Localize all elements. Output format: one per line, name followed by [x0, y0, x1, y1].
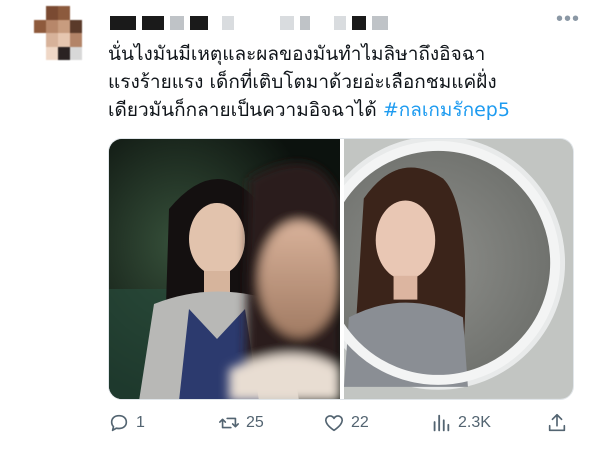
like-button[interactable]: 22	[323, 412, 369, 434]
redaction-block	[222, 16, 234, 30]
tweet-media[interactable]	[108, 138, 574, 400]
redaction-block	[142, 16, 164, 30]
like-count: 22	[351, 414, 369, 431]
views-chart-icon	[433, 414, 450, 432]
media-image-left[interactable]	[109, 139, 340, 399]
redaction-block	[300, 16, 310, 30]
reply-count: 1	[136, 414, 145, 431]
redaction-block	[170, 16, 184, 30]
redaction-block	[372, 16, 388, 30]
retweet-button[interactable]: 25	[218, 412, 264, 434]
media-image-right[interactable]	[344, 139, 573, 399]
heart-icon	[324, 415, 344, 432]
redaction-block	[190, 16, 208, 30]
redaction-block	[352, 16, 366, 30]
views-button[interactable]: 2.3K	[430, 412, 491, 434]
more-dots-icon[interactable]: •••	[556, 8, 580, 31]
avatar[interactable]	[34, 6, 94, 74]
author-name-redacted[interactable]	[110, 14, 388, 32]
retweet-count: 25	[246, 414, 264, 431]
reply-button[interactable]: 1	[108, 412, 145, 434]
scene-mirror-crying	[344, 139, 573, 399]
views-count: 2.3K	[458, 414, 491, 431]
tweet-text-line: เดียวมันก็กลายเป็นความอิจฉาได้ #กลเกมรัก…	[108, 99, 510, 121]
redaction-block	[280, 16, 294, 30]
tweet-text-line: แรงร้ายแรง เด็กที่เติบโตมาด้วยอ่ะเลือกชม…	[108, 71, 497, 93]
hashtag-link[interactable]: #กลเกมรักep5	[383, 99, 510, 121]
redaction-block	[334, 16, 346, 30]
tweet-text-line: นั่นไงมันมีเหตุและผลของมันทำไมลิษาถึงอิจ…	[108, 43, 486, 65]
share-button[interactable]	[546, 412, 568, 434]
scene-girl-night	[109, 139, 340, 399]
reply-icon	[110, 414, 128, 432]
tweet-text: นั่นไงมันมีเหตุและผลของมันทำไมลิษาถึงอิจ…	[108, 40, 588, 124]
share-icon	[548, 413, 566, 432]
tweet-actions: 1 25 22 2.3K	[108, 410, 578, 438]
redaction-block	[110, 16, 136, 30]
retweet-icon	[219, 417, 239, 429]
